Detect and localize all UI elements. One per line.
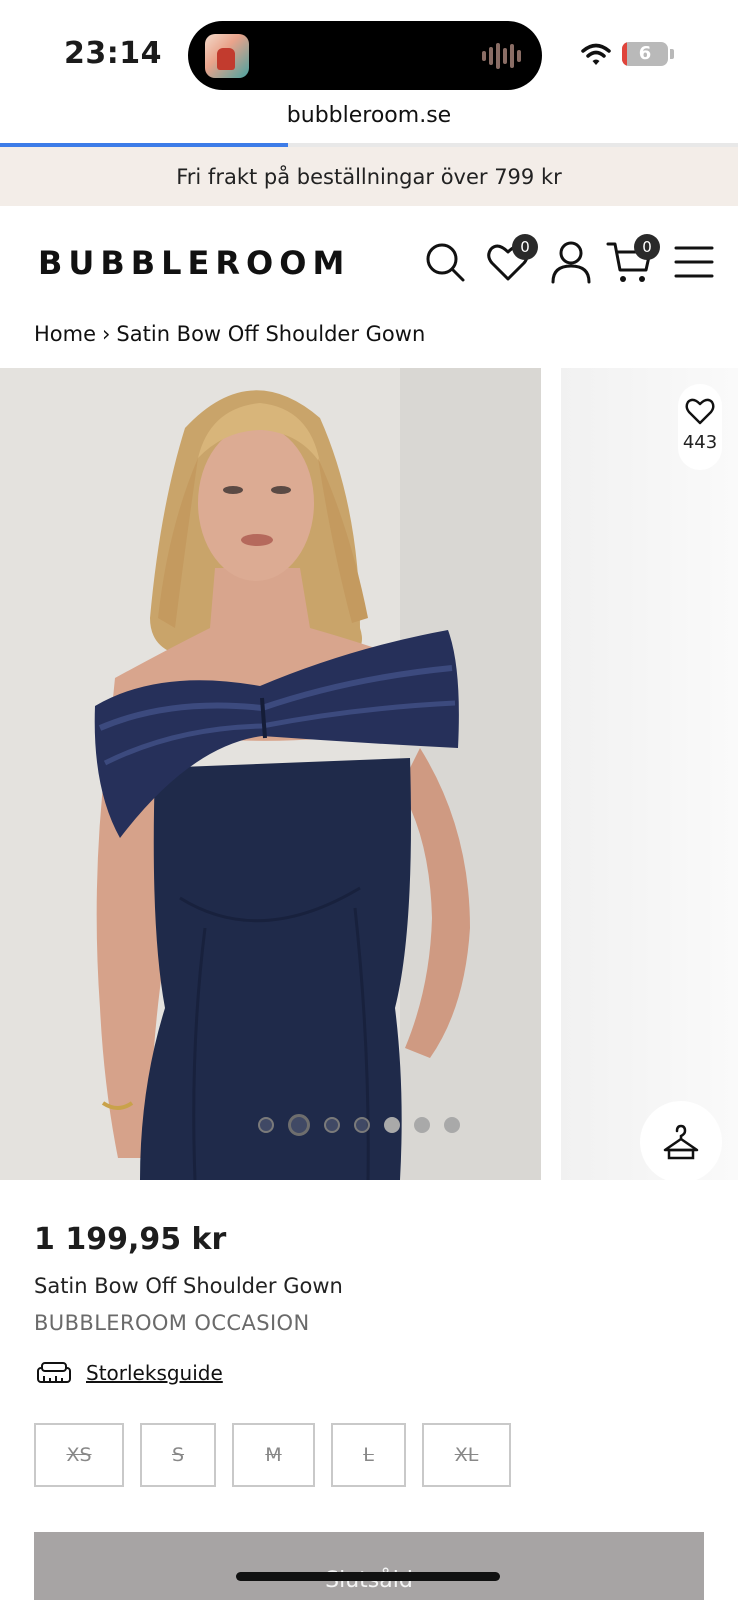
site-header: BUBBLEROOM 0 0 bbox=[0, 206, 738, 316]
cart-count-badge: 0 bbox=[634, 234, 660, 260]
breadcrumb-current: Satin Bow Off Shoulder Gown bbox=[116, 322, 426, 346]
product-gallery[interactable]: 443 bbox=[0, 368, 738, 1183]
sold-out-button[interactable]: Slutsåld bbox=[34, 1532, 704, 1600]
next-product-image[interactable] bbox=[561, 368, 738, 1180]
status-bar: 23:14 6 bbox=[0, 0, 738, 100]
product-name: Satin Bow Off Shoulder Gown bbox=[34, 1274, 343, 1298]
search-icon bbox=[426, 243, 465, 282]
size-guide-link[interactable]: Storleksguide bbox=[36, 1360, 223, 1386]
dynamic-island[interactable] bbox=[188, 21, 542, 90]
status-time: 23:14 bbox=[64, 36, 162, 71]
hanger-icon bbox=[663, 1124, 699, 1160]
size-option-l[interactable]: L bbox=[331, 1423, 406, 1487]
size-guide-label[interactable]: Storleksguide bbox=[86, 1361, 223, 1385]
user-icon bbox=[551, 241, 591, 284]
battery-cap bbox=[670, 49, 674, 59]
battery-percent: 6 bbox=[638, 43, 652, 64]
brand-logo[interactable]: BUBBLEROOM bbox=[38, 244, 350, 282]
heart-icon bbox=[685, 398, 715, 425]
breadcrumb-separator: › bbox=[102, 322, 111, 346]
wishlist-button[interactable]: 0 bbox=[484, 234, 538, 286]
size-option-xs[interactable]: XS bbox=[34, 1423, 124, 1487]
size-option-s[interactable]: S bbox=[140, 1423, 216, 1487]
product-brand[interactable]: BUBBLEROOM OCCASION bbox=[34, 1311, 310, 1335]
ruler-icon bbox=[37, 1362, 71, 1383]
search-button[interactable] bbox=[421, 238, 469, 286]
gallery-dot[interactable] bbox=[258, 1117, 274, 1133]
size-option-m[interactable]: M bbox=[232, 1423, 315, 1487]
promo-banner[interactable]: Fri frakt på beställningar över 799 kr bbox=[0, 147, 738, 206]
cart-button[interactable]: 0 bbox=[606, 234, 660, 286]
menu-icon bbox=[674, 246, 714, 278]
gallery-dot[interactable] bbox=[354, 1117, 370, 1133]
fitting-room-button[interactable] bbox=[640, 1101, 722, 1183]
product-price: 1 199,95 kr bbox=[34, 1222, 227, 1257]
gallery-dot[interactable] bbox=[444, 1117, 460, 1133]
home-indicator[interactable] bbox=[236, 1572, 500, 1581]
gallery-dot[interactable] bbox=[384, 1117, 400, 1133]
size-option-xl[interactable]: XL bbox=[422, 1423, 511, 1487]
gallery-dot[interactable] bbox=[288, 1114, 310, 1136]
now-playing-app-icon bbox=[205, 34, 249, 78]
breadcrumb-home[interactable]: Home bbox=[34, 322, 96, 346]
account-button[interactable] bbox=[547, 238, 595, 286]
wishlist-like-count: 443 bbox=[682, 432, 718, 453]
breadcrumb: Home › Satin Bow Off Shoulder Gown bbox=[34, 322, 425, 346]
gallery-pagination bbox=[258, 1114, 460, 1136]
address-bar-url[interactable]: bubbleroom.se bbox=[0, 103, 738, 128]
menu-button[interactable] bbox=[670, 238, 718, 286]
gallery-dot[interactable] bbox=[414, 1117, 430, 1133]
wishlist-count-badge: 0 bbox=[512, 234, 538, 260]
product-image[interactable] bbox=[0, 368, 541, 1180]
gallery-dot[interactable] bbox=[324, 1117, 340, 1133]
model-photo bbox=[0, 368, 541, 1180]
audio-waveform-icon bbox=[482, 41, 524, 71]
wifi-icon bbox=[581, 43, 611, 65]
battery-indicator: 6 bbox=[622, 42, 668, 66]
image-wishlist-button[interactable]: 443 bbox=[678, 384, 722, 470]
size-selector: XS S M L XL bbox=[34, 1423, 511, 1487]
